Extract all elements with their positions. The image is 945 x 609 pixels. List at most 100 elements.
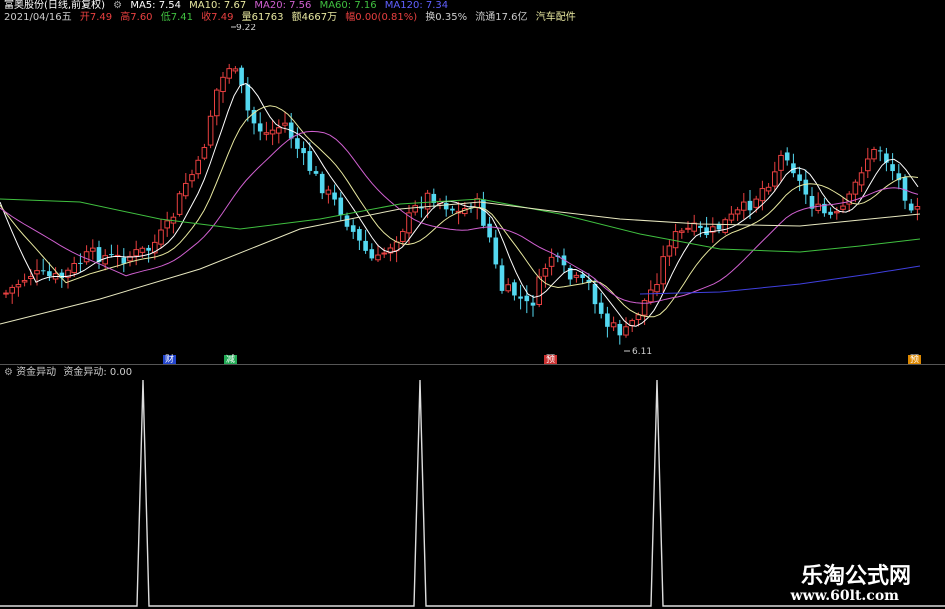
price-high-label: 9.22 [236,24,256,33]
candle-body [747,200,753,211]
candle-body [28,276,34,279]
volume-label: 量61763 [241,12,284,23]
open-label: 开7.49 [79,12,113,23]
candle-body [542,267,549,277]
candle-body [412,205,418,213]
candle-body [858,172,865,186]
candle-body [852,181,859,195]
candle-body [139,247,146,253]
price-low-label: 6.11 [632,347,652,357]
candle-body [871,148,877,160]
candle-body [512,282,517,296]
candle-body [301,148,306,154]
candle-body [499,265,505,291]
sector-label: 汽车配件 [535,12,576,23]
candle-body [133,249,139,257]
candle-body [369,249,375,259]
candle-body [908,203,914,211]
candle-body [21,280,28,283]
candle-body [759,188,766,202]
candle-body [344,215,350,227]
candle-body [78,262,83,264]
low-label: 低7.41 [160,12,193,23]
candle-body [605,313,610,327]
candle-body [573,274,580,278]
candlestick-chart[interactable]: 9.22 6.11 [0,24,945,364]
candle-body [146,247,151,251]
candle-body [877,150,883,152]
candle-body [319,173,325,194]
candle-body [493,237,499,265]
candle-body [189,174,195,182]
candle-body [9,286,15,294]
chart-header-ma: 富奥股份(日线,前复权) ⚙ MA5: 7.54 MA10: 7.67 MA20… [4,0,453,12]
candle-body [269,129,276,135]
candle-body [338,197,344,216]
candle-body [660,256,667,285]
candle-body [524,295,530,302]
candle-body [890,164,895,172]
panel-divider [0,364,945,365]
candle-body [158,229,164,245]
candle-body [685,227,691,230]
candle-body [753,198,760,208]
candle-body [772,171,778,187]
candle-body [629,320,636,326]
candle-body [307,151,313,171]
candle-body [381,252,387,255]
candle-body [679,230,685,233]
candle-body [245,84,251,111]
candle-body [648,289,654,303]
candle-body [704,227,709,236]
candle-body [865,158,871,172]
indicator-title: 资金异动 [16,367,57,378]
stock-title: 富奥股份(日线,前复权) [4,0,105,11]
candle-body [109,254,114,256]
candle-body [71,263,78,274]
candle-body [722,219,729,233]
candle-body [357,229,362,241]
candle-body [195,159,201,175]
indicator-settings-icon[interactable]: ⚙ [4,367,16,378]
candle-body [778,154,784,171]
candle-body [610,322,617,328]
candle-body [474,198,480,209]
candle-body [90,247,96,252]
candle-body [313,171,319,174]
watermark-title: 乐淘公式网 [800,563,911,589]
settings-icon[interactable]: ⚙ [113,0,122,11]
candle-body [325,189,332,195]
candle-body [350,225,356,232]
candle-body [840,205,846,210]
high-label: 高7.60 [120,12,153,23]
candle-body [443,202,449,210]
candle-body [828,211,833,215]
float-cap-label: 流通17.6亿 [475,12,528,23]
candle-body [34,270,40,275]
candle-body [548,256,555,267]
candle-body [505,284,511,292]
candle-body [617,323,623,336]
candle-body [672,231,679,249]
candle-body [481,199,486,226]
candle-body [598,302,604,314]
candle-body [914,206,921,210]
candle-body [666,245,673,257]
candle-body [47,271,52,277]
turnover-label: 换0.35% [425,12,468,23]
chart-header-quote: 2021/04/16五 开7.49 高7.60 低7.41 收7.49 量617… [4,12,581,24]
candle-body [295,138,300,149]
candle-body [698,225,703,228]
candle-body [784,152,790,161]
change-label: 幅0.00(0.81%) [345,12,418,23]
ma5-label: MA5: 7.54 [130,0,181,11]
candle-body [15,284,22,288]
date-label: 2021/04/16五 [4,12,72,23]
candle-body [765,186,772,192]
ma20-label: MA20: 7.56 [254,0,312,11]
candle-body [654,284,660,293]
candle-body [257,123,263,132]
candle-body [276,127,282,134]
candle-body [164,220,170,229]
candle-body [176,193,183,215]
